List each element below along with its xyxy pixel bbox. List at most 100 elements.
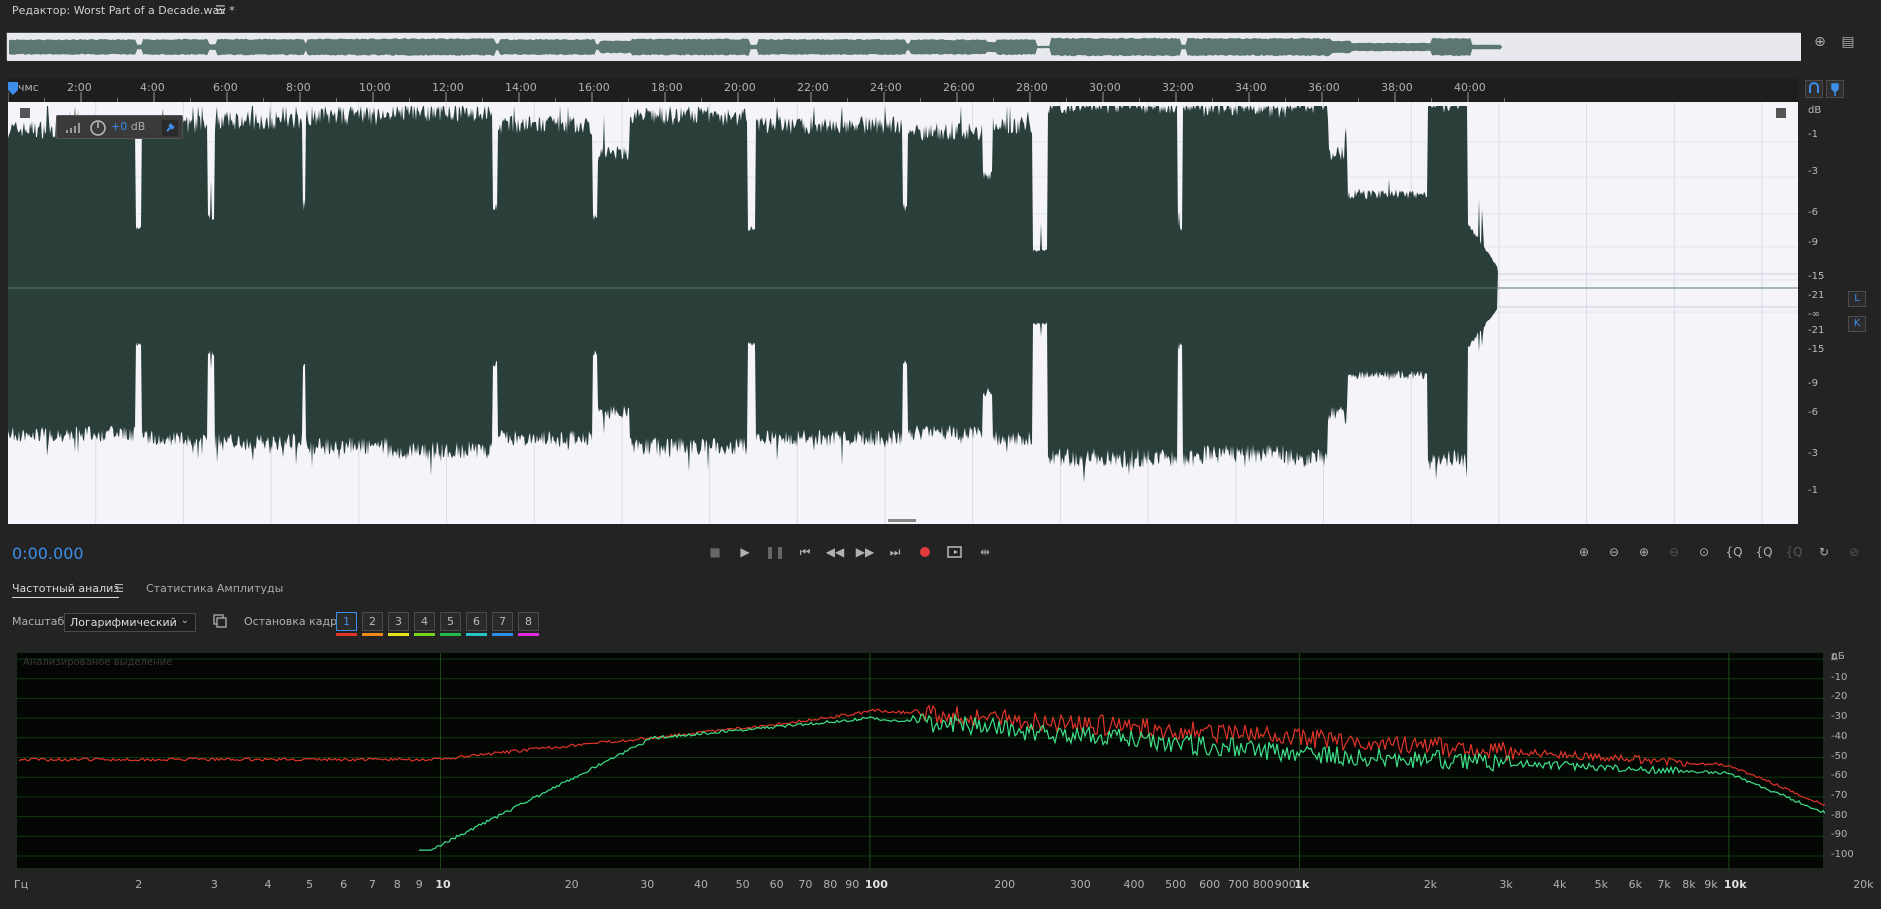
freeze-frame-6-button[interactable]: 6 <box>466 612 487 631</box>
chevron-down-icon: ⌄ <box>180 615 189 626</box>
play-icon[interactable]: ▶ <box>734 542 756 562</box>
spectrum-x-label: 9k <box>1704 878 1718 891</box>
analysis-controls: Масштаб: Логарифмический ⌄ Остановка кад… <box>0 606 1881 642</box>
gain-knob-icon[interactable] <box>89 119 107 137</box>
freeze-frame-4-button[interactable]: 4 <box>414 612 435 631</box>
spectrum-x-label: 70 <box>798 878 813 891</box>
freeze-frame-8-button[interactable]: 8 <box>518 612 539 631</box>
freeze-frame-7-button[interactable]: 7 <box>492 612 513 631</box>
ruler-label: 26:00 <box>943 81 975 94</box>
tab-frequency-analysis[interactable]: Частотный анализ <box>12 582 120 598</box>
record-icon[interactable] <box>914 542 936 562</box>
ruler-label: 36:00 <box>1308 81 1340 94</box>
spectrum-x-label: 7k <box>1657 878 1671 891</box>
ruler-label: 34:00 <box>1235 81 1267 94</box>
freeze-frame-3-button[interactable]: 3 <box>388 612 409 631</box>
tab-menu-icon[interactable]: ☰ <box>114 582 124 595</box>
zoom-extra-icon[interactable]: ⊘ <box>1843 542 1865 562</box>
scale-select[interactable]: Логарифмический ⌄ <box>64 613 196 632</box>
gain-hud[interactable]: +0 dB <box>56 115 183 139</box>
copy-icon[interactable] <box>212 613 228 629</box>
spectrum-y-label: -30 <box>1831 711 1848 723</box>
spectrum-x-label: 90 <box>845 878 860 891</box>
db-scale-label: -6 <box>1808 207 1818 218</box>
zoom-to-fit-icon[interactable]: ⊕ <box>1810 34 1830 56</box>
spectrum-y-label: -90 <box>1831 829 1848 841</box>
zoom-out-amplitude-icon[interactable]: ⊖ <box>1603 542 1625 562</box>
spectrum-x-label: 500 <box>1165 878 1187 891</box>
freeze-frame-color-bar <box>518 633 539 636</box>
zoom-reset-icon[interactable]: ↻ <box>1813 542 1835 562</box>
pin-icon[interactable] <box>162 120 178 136</box>
hamburger-icon[interactable]: ☰ <box>215 3 226 17</box>
snap-toggle-icon[interactable] <box>1805 80 1823 98</box>
scroll-handle <box>888 519 916 522</box>
channel-right-toggle[interactable]: K <box>1848 316 1866 332</box>
spectrum-plot[interactable]: Анализированое выделение <box>16 652 1825 870</box>
zoom-in-point-icon[interactable]: {Q <box>1723 542 1745 562</box>
db-scale-label: -3 <box>1808 448 1818 459</box>
spectrum-curve-left <box>18 704 1825 806</box>
overview-waveform[interactable] <box>6 32 1801 61</box>
marker-icon[interactable] <box>1826 80 1844 98</box>
freeze-frame-color-bar <box>466 633 487 636</box>
ruler-label: 2:00 <box>67 81 92 94</box>
spectrum-x-label: 6 <box>340 878 348 891</box>
freeze-frame-color-bar <box>388 633 409 636</box>
zoom-region-icon[interactable]: {Q <box>1783 542 1805 562</box>
skip-end-icon[interactable]: ⏭ <box>884 542 906 562</box>
ruler-label: 32:00 <box>1162 81 1194 94</box>
rewind-icon[interactable]: ◀◀ <box>824 542 846 562</box>
spectrum-x-label: 20k <box>1853 878 1874 891</box>
ruler-label: 6:00 <box>213 81 238 94</box>
spectrum-x-label: 60 <box>769 878 784 891</box>
ruler-label: 16:00 <box>578 81 610 94</box>
db-scale-label: -1 <box>1808 129 1818 140</box>
level-bars-icon <box>66 123 80 133</box>
zoom-in-amplitude-icon[interactable]: ⊕ <box>1573 542 1595 562</box>
spectrum-x-label: 4k <box>1552 878 1567 891</box>
spectrum-x-label: 10 <box>435 878 451 891</box>
fast-forward-icon[interactable]: ▶▶ <box>854 542 876 562</box>
waveform-display[interactable] <box>8 102 1798 524</box>
spectrum-x-label: 2k <box>1423 878 1438 891</box>
db-scale-label: -21 <box>1808 290 1825 301</box>
loop-icon[interactable] <box>944 542 966 562</box>
analyzed-selection-caption: Анализированое выделение <box>23 657 173 668</box>
spectrum-x-label: 80 <box>823 878 838 891</box>
channel-left-toggle[interactable]: L <box>1848 291 1866 307</box>
freeze-frame-5-button[interactable]: 5 <box>440 612 461 631</box>
stop-icon[interactable]: ■ <box>704 542 726 562</box>
time-display[interactable]: 0:00.000 <box>12 544 84 563</box>
ruler-label: 10:00 <box>359 81 391 94</box>
freeze-frame-1-button[interactable]: 1 <box>336 612 357 631</box>
tab-amplitude-statistics[interactable]: Статистика Амплитуды <box>146 582 283 595</box>
spectrum-x-label: 10k <box>1723 878 1747 891</box>
pause-icon[interactable]: ❚❚ <box>764 542 786 562</box>
gain-value[interactable]: +0 dB <box>111 120 145 133</box>
spectrum-x-label: 600 <box>1199 878 1221 891</box>
spectrum-x-label: 4 <box>264 878 272 891</box>
ruler-label: 14:00 <box>505 81 537 94</box>
view-options-icon[interactable]: ▤ <box>1838 34 1858 56</box>
spectrum-y-label: -70 <box>1831 789 1848 801</box>
spectrum-y-label: -40 <box>1831 730 1848 742</box>
time-ruler[interactable]: чмс 2:00 4:00 6:00 8:00 10:00 12:00 14:00 16:00… <box>8 78 1798 102</box>
freeze-frame-2-button[interactable]: 2 <box>362 612 383 631</box>
zoom-in-time-icon[interactable]: ⊕ <box>1633 542 1655 562</box>
ruler-label: 38:00 <box>1381 81 1413 94</box>
spectrum-x-label: 3k <box>1499 878 1513 891</box>
ruler-label: 22:00 <box>797 81 829 94</box>
spectrum-y-label: -100 <box>1831 849 1854 860</box>
db-scale-label: -3 <box>1808 166 1818 177</box>
spectrum-x-label: 30 <box>640 878 655 891</box>
skip-selection-icon[interactable]: ⇹ <box>974 542 996 562</box>
ruler-label: 8:00 <box>286 81 311 94</box>
skip-start-icon[interactable]: ⏮ <box>794 542 816 562</box>
spectrum-x-label: 3 <box>210 878 218 891</box>
spectrum-x-label: 9 <box>415 878 423 891</box>
zoom-out-point-icon[interactable]: {Q <box>1753 542 1775 562</box>
ruler-label: 24:00 <box>870 81 902 94</box>
zoom-out-full-icon[interactable]: ⊖ <box>1663 542 1685 562</box>
zoom-selection-icon[interactable]: ⊙ <box>1693 542 1715 562</box>
